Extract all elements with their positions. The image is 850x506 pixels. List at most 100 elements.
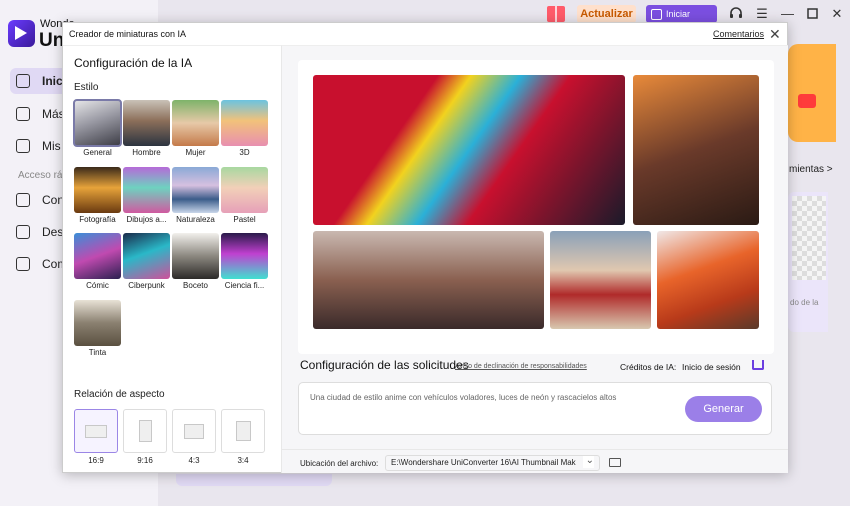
- sample-image-car: [550, 231, 651, 329]
- style-thumbnail: [221, 167, 268, 213]
- style-nature[interactable]: Naturaleza: [172, 167, 219, 226]
- style-label-text: Pastel: [233, 215, 256, 224]
- sample-image-man: [313, 75, 625, 225]
- style-label-text: Mujer: [185, 148, 206, 157]
- style-comic[interactable]: Cómic: [74, 233, 121, 292]
- ai-settings-title: Configuración de la IA: [74, 56, 193, 70]
- ratio-label: 16:9: [88, 456, 104, 465]
- thumbnail-maker-dialog: Creador de miniaturas con IA Comentarios…: [62, 22, 788, 473]
- ratio-label: 9:16: [137, 456, 153, 465]
- ratio-label: 3:4: [237, 456, 249, 465]
- style-label-text: Fotografía: [79, 215, 116, 224]
- disclaimer-link[interactable]: Aviso de declinación de responsabilidade…: [455, 363, 587, 370]
- ratio-9-16[interactable]: 9:16: [123, 409, 167, 467]
- ratio-16-9[interactable]: 16:9: [74, 409, 118, 467]
- style-thumbnail: [74, 233, 121, 279]
- style-cartoon[interactable]: Dibujos a...: [123, 167, 170, 226]
- style-thumbnail: [123, 233, 170, 279]
- ratio-portrait-icon: [235, 421, 251, 441]
- style-label-text: 3D: [239, 148, 250, 157]
- dialog-title: Creador de miniaturas con IA: [69, 29, 187, 39]
- style-label: Estilo: [74, 82, 99, 93]
- style-thumbnail: [123, 100, 170, 146]
- style-pastel[interactable]: Pastel: [221, 167, 268, 226]
- style-label-text: Ciberpunk: [128, 281, 165, 290]
- style-thumbnail: [74, 167, 121, 213]
- style-label-text: Boceto: [183, 281, 208, 290]
- style-thumbnail: [172, 100, 219, 146]
- style-thumbnail: [172, 167, 219, 213]
- headset-icon[interactable]: [729, 6, 742, 18]
- style-scifi[interactable]: Ciencia fi...: [221, 233, 268, 292]
- style-man[interactable]: Hombre: [123, 100, 170, 159]
- credits-label: Créditos de IA:: [620, 362, 677, 372]
- sample-gallery: [298, 60, 774, 354]
- style-woman[interactable]: Mujer: [172, 100, 219, 159]
- style-thumbnail: [74, 300, 121, 346]
- folder-icon[interactable]: [609, 458, 621, 467]
- style-sketch[interactable]: Boceto: [172, 233, 219, 292]
- ratio-4-3[interactable]: 4:3: [172, 409, 216, 467]
- cart-icon[interactable]: [752, 360, 764, 370]
- feature-card[interactable]: do de la: [788, 192, 828, 332]
- app-logo-icon: [8, 20, 35, 47]
- style-label-text: General: [83, 148, 112, 157]
- style-thumbnail: [221, 233, 268, 279]
- toolbox-icon: [16, 107, 30, 121]
- home-icon: [16, 74, 30, 88]
- style-label-text: Naturaleza: [176, 215, 215, 224]
- ai-settings-panel: Configuración de la IA Estilo General Ho…: [63, 45, 282, 473]
- style-ink[interactable]: Tinta: [74, 300, 121, 359]
- prompt-input[interactable]: Una ciudad de estilo anime con vehículos…: [298, 382, 772, 435]
- requests-title: Configuración de las solicitudes: [300, 358, 469, 372]
- minimize-icon[interactable]: —: [781, 7, 794, 20]
- requests-panel: Configuración de las solicitudes Aviso d…: [282, 45, 788, 473]
- style-label-text: Dibujos a...: [126, 215, 167, 224]
- prompt-placeholder: Una ciudad de estilo anime con vehículos…: [310, 393, 617, 402]
- sample-image-face-paint: [633, 75, 759, 225]
- login-button[interactable]: Iniciar Sesión: [646, 5, 717, 37]
- maximize-icon[interactable]: [806, 8, 818, 20]
- style-photography[interactable]: Fotografía: [74, 167, 121, 226]
- preview-thumbnail: [792, 196, 826, 280]
- file-icon: [16, 139, 30, 153]
- convert-icon: [16, 193, 30, 207]
- file-location-label: Ubicación del archivo:: [300, 459, 379, 468]
- ratio-3-4[interactable]: 3:4: [221, 409, 265, 467]
- ratio-landscape-icon: [85, 424, 107, 438]
- window-close-icon[interactable]: ✕: [831, 7, 843, 20]
- upgrade-button[interactable]: Actualizar: [577, 5, 636, 23]
- ratio-label: 4:3: [188, 456, 200, 465]
- gift-icon[interactable]: [547, 6, 565, 22]
- style-thumbnail: [123, 167, 170, 213]
- file-path-select[interactable]: E:\Wondershare UniConverter 16\AI Thumbn…: [385, 455, 600, 471]
- style-thumbnail: [221, 100, 268, 146]
- close-icon[interactable]: ✕: [769, 26, 781, 43]
- style-cyberpunk[interactable]: Ciberpunk: [123, 233, 170, 292]
- ratio-portrait-icon: [138, 420, 152, 442]
- menu-icon[interactable]: ☰: [756, 7, 768, 20]
- ratio-landscape-icon: [184, 423, 204, 439]
- background-card: [176, 474, 332, 486]
- compress-icon: [16, 257, 30, 271]
- style-label-text: Ciencia fi...: [224, 281, 265, 290]
- aspect-ratio-label: Relación de aspecto: [74, 389, 165, 400]
- download-icon: [16, 225, 30, 239]
- promo-card[interactable]: [788, 44, 836, 142]
- style-label-text: Tinta: [88, 348, 107, 357]
- style-general[interactable]: General: [73, 99, 122, 159]
- credits-login-link[interactable]: Inicio de sesión: [682, 362, 741, 372]
- card-caption: do de la: [790, 298, 819, 307]
- sample-image-anime: [657, 231, 759, 329]
- feedback-link[interactable]: Comentarios: [713, 29, 764, 39]
- tools-link[interactable]: mientas >: [789, 164, 833, 175]
- generate-button[interactable]: Generar: [685, 396, 762, 422]
- style-thumbnail: [172, 233, 219, 279]
- style-thumbnail: [73, 99, 122, 147]
- style-label-text: Hombre: [132, 148, 161, 157]
- file-location-bar: Ubicación del archivo: E:\Wondershare Un…: [282, 449, 788, 474]
- sample-image-woman: [313, 231, 544, 329]
- style-3d[interactable]: 3D: [221, 100, 268, 159]
- style-label-text: Cómic: [86, 281, 109, 290]
- quick-access-label: Acceso ráp: [18, 170, 69, 181]
